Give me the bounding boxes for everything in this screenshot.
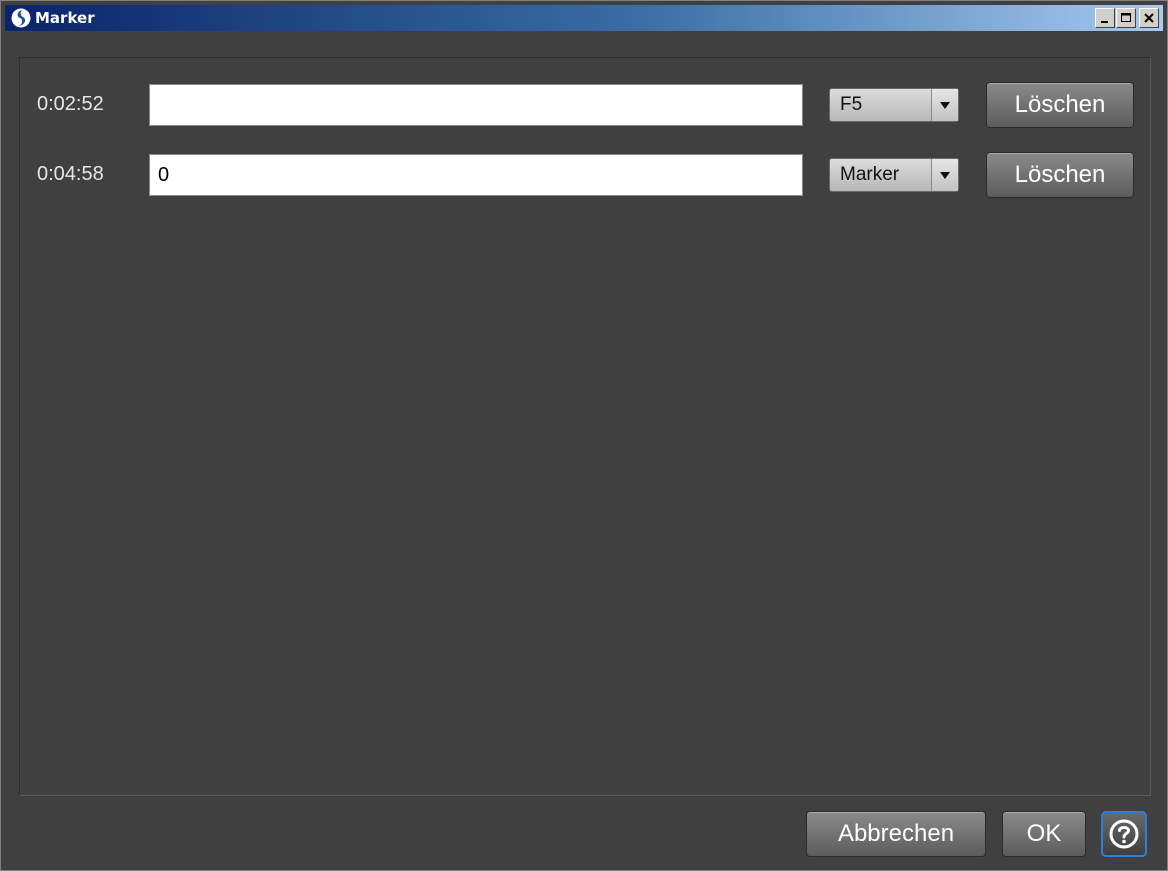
close-button[interactable] — [1139, 8, 1159, 28]
window-title: Marker — [35, 9, 95, 27]
chevron-down-icon — [940, 102, 950, 109]
app-logo-icon — [11, 8, 31, 28]
delete-marker-button[interactable]: Löschen — [986, 152, 1134, 198]
marker-type-select[interactable]: F5 — [829, 88, 959, 122]
dropdown-arrow[interactable] — [931, 89, 958, 121]
marker-type-value: F5 — [840, 94, 863, 115]
marker-dialog: Marker 0:02:52 F5 Löschen 0:04:58 0 Mark… — [0, 0, 1168, 871]
minimize-icon — [1101, 21, 1108, 23]
help-icon — [1109, 819, 1139, 849]
cancel-button[interactable]: Abbrechen — [806, 811, 986, 857]
minimize-button[interactable] — [1095, 8, 1115, 28]
delete-marker-button[interactable]: Löschen — [986, 82, 1134, 128]
marker-text-input[interactable] — [149, 84, 803, 126]
title-bar[interactable]: Marker — [5, 5, 1163, 31]
chevron-down-icon — [940, 172, 950, 179]
marker-text-input[interactable]: 0 — [149, 154, 803, 196]
dropdown-arrow[interactable] — [931, 159, 958, 191]
marker-time-label: 0:02:52 — [37, 93, 104, 115]
maximize-button[interactable] — [1116, 8, 1136, 28]
close-icon — [1144, 13, 1154, 23]
marker-time-label: 0:04:58 — [37, 163, 104, 185]
marker-type-select[interactable]: Marker — [829, 158, 959, 192]
maximize-icon — [1121, 13, 1131, 22]
ok-button[interactable]: OK — [1002, 811, 1086, 857]
marker-type-value: Marker — [840, 164, 900, 185]
help-button[interactable] — [1101, 811, 1147, 857]
